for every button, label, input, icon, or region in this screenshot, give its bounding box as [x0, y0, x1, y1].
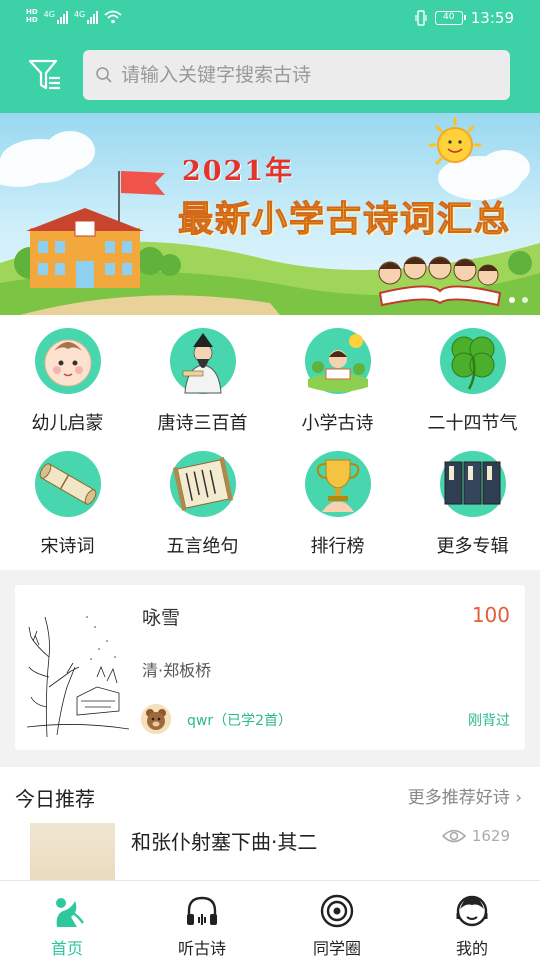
scroll-icon	[34, 451, 101, 517]
category-label: 幼儿启蒙	[31, 413, 104, 434]
more-recommend-label: 更多推荐好诗	[407, 788, 510, 808]
circle-icon	[320, 894, 354, 928]
category-24-jieqi[interactable]: 二十四节气	[405, 327, 540, 435]
nav-listen[interactable]: 听古诗	[152, 893, 252, 959]
trophy-icon	[304, 451, 371, 517]
profile-icon	[456, 895, 488, 927]
search-input[interactable]	[121, 50, 501, 100]
poem-author: 清·郑板桥	[142, 661, 212, 680]
nav-label: 首页	[50, 939, 83, 958]
poet-icon	[169, 328, 236, 394]
category-xiaoxue-gushi[interactable]: 小学古诗	[270, 327, 405, 435]
carousel-dot	[509, 297, 515, 303]
vibrate-icon	[415, 10, 427, 26]
avatar[interactable]	[141, 704, 171, 734]
category-label: 排行榜	[310, 536, 365, 557]
battery-icon: 40	[434, 11, 466, 25]
nav-classmates[interactable]: 同学圈	[287, 893, 387, 959]
status-bar: HD HD 4G 4G 40 13:59	[0, 0, 540, 38]
poem-score: 100	[471, 603, 510, 627]
nav-label: 同学圈	[312, 939, 361, 958]
carousel-dot	[522, 297, 528, 303]
category-label: 宋诗词	[40, 536, 95, 557]
filter-icon[interactable]	[28, 58, 62, 92]
hd-icon: HD HD	[26, 8, 38, 24]
clover-icon	[439, 328, 506, 394]
poem-thumbnail[interactable]	[30, 823, 115, 880]
category-ranking[interactable]: 排行榜	[270, 450, 405, 558]
signal-icon: 4G	[74, 10, 99, 24]
books-icon	[439, 451, 506, 517]
category-song-shici[interactable]: 宋诗词	[0, 450, 135, 558]
app-header: HD HD 4G 4G 40 13:59	[0, 0, 540, 113]
nav-label: 我的	[455, 939, 488, 958]
signal-icon: 4G	[44, 10, 68, 24]
status-left: HD HD 4G 4G	[26, 8, 122, 24]
daily-recommend-section: 今日推荐 更多推荐好诗 › 和张仆射塞下曲·其二 1629	[0, 767, 540, 880]
view-count-value: 1629	[471, 827, 510, 845]
section-title: 今日推荐	[15, 787, 95, 811]
nav-mine[interactable]: 我的	[422, 893, 522, 959]
baby-icon	[34, 328, 101, 394]
search-bar[interactable]	[83, 50, 510, 100]
category-grid: 幼儿启蒙 唐诗三百首 小学古诗 二十四节气 宋诗词 五言绝句 排行榜 更多专辑	[0, 315, 540, 570]
category-label: 更多专辑	[436, 536, 509, 557]
calligraphy-scroll-icon	[169, 451, 236, 517]
promo-banner[interactable]: 2021年 最新小学古诗词汇总	[0, 113, 540, 315]
nav-home[interactable]: 首页	[17, 893, 117, 959]
category-label: 唐诗三百首	[157, 413, 248, 434]
featured-poem-card[interactable]: 咏雪 100 清·郑板桥 qwr（已学2首） 刚背过	[15, 585, 525, 750]
carousel-dots	[509, 297, 528, 303]
more-recommend-link[interactable]: 更多推荐好诗 ›	[408, 783, 522, 808]
poem-sketch-image	[27, 597, 129, 737]
recommend-poem-title[interactable]: 和张仆射塞下曲·其二	[131, 826, 317, 855]
banner-title: 最新小学古诗词汇总	[177, 199, 512, 241]
clock: 13:59	[470, 9, 514, 27]
category-wuyan-jueju[interactable]: 五言绝句	[135, 450, 270, 558]
bottom-nav: 首页 听古诗 同学圈 我的	[0, 880, 540, 960]
category-label: 二十四节气	[427, 413, 518, 434]
eye-icon	[441, 829, 466, 843]
poem-title: 咏雪	[142, 607, 181, 629]
home-icon	[56, 898, 85, 927]
category-youer-qimeng[interactable]: 幼儿启蒙	[0, 327, 135, 435]
child-reading-icon	[304, 328, 371, 394]
category-label: 五言绝句	[166, 536, 239, 557]
status-right: 40 13:59	[415, 9, 514, 27]
headphones-icon	[187, 896, 217, 925]
wifi-icon	[104, 10, 122, 24]
learner-info[interactable]: qwr（已学2首）	[187, 710, 292, 730]
banner-year: 2021年	[182, 156, 295, 187]
search-icon	[96, 67, 112, 83]
nav-label: 听古诗	[177, 939, 226, 958]
category-label: 小学古诗	[301, 413, 374, 434]
recite-status: 刚背过	[468, 713, 510, 729]
chevron-right-icon: ›	[515, 788, 522, 808]
category-more-albums[interactable]: 更多专辑	[405, 450, 540, 558]
view-count: 1629	[441, 827, 510, 845]
category-tangshi-300[interactable]: 唐诗三百首	[135, 327, 270, 435]
